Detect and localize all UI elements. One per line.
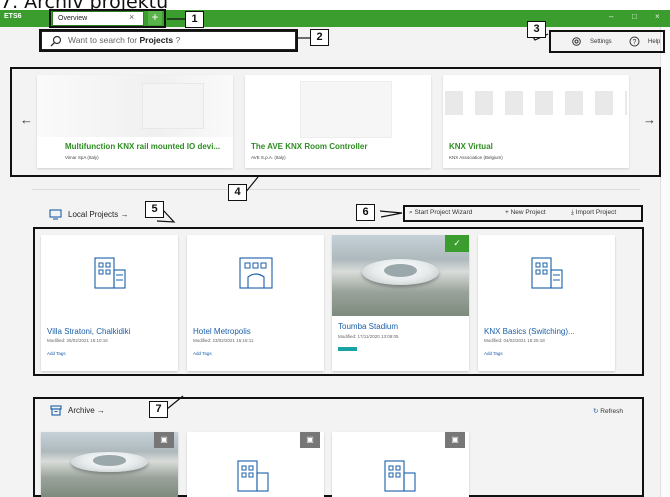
callout-3: 3 xyxy=(527,21,546,38)
callout-4: 4 xyxy=(228,184,247,201)
callout-1: 1 xyxy=(185,11,204,28)
callout-2: 2 xyxy=(310,29,329,46)
callout-leaders xyxy=(156,18,549,410)
callout-6: 6 xyxy=(356,204,375,221)
callout-5: 5 xyxy=(145,201,164,218)
callout-7: 7 xyxy=(149,401,168,418)
